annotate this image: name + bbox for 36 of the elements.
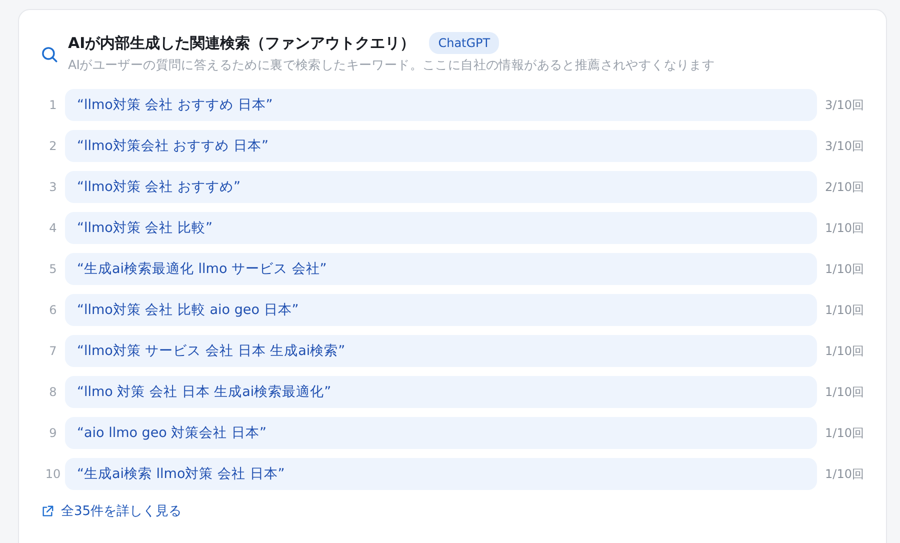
query-chip: “llmo対策 会社 おすすめ 日本”: [65, 89, 817, 121]
query-chip: “llmo 対策 会社 日本 生成ai検索最適化”: [65, 376, 817, 408]
query-chip: “生成ai検索最適化 llmo サービス 会社”: [65, 253, 817, 285]
rank-number: 1: [48, 98, 58, 112]
count-label: 3/10回: [824, 138, 864, 154]
view-all-link[interactable]: 全35件を詳しく見る: [41, 502, 182, 520]
search-icon: [41, 46, 58, 63]
query-chip: “aio llmo geo 対策会社 日本”: [65, 417, 817, 449]
query-chip: “llmo対策 会社 比較 aio geo 日本”: [65, 294, 817, 326]
model-badge: ChatGPT: [429, 32, 500, 54]
rank-number: 8: [48, 385, 58, 399]
rank-number: 7: [48, 344, 58, 358]
query-chip: “llmo対策 サービス 会社 日本 生成ai検索”: [65, 335, 817, 367]
count-label: 1/10回: [824, 302, 864, 318]
rank-number: 6: [48, 303, 58, 317]
count-label: 1/10回: [824, 384, 864, 400]
count-label: 3/10回: [824, 96, 864, 114]
count-label: 1/10回: [824, 260, 864, 278]
external-link-icon: [41, 504, 54, 518]
query-chip: “生成ai検索 llmo対策 会社 日本”: [65, 458, 817, 490]
count-label: 1/10回: [824, 424, 864, 442]
section-title: AIが内部生成した関連検索（ファンアウトクエリ）: [68, 34, 416, 52]
query-chip: “llmo対策 会社 比較”: [65, 212, 817, 244]
rank-number: 3: [48, 180, 58, 194]
count-label: 2/10回: [824, 178, 864, 196]
query-chip: “llmo対策 会社 おすすめ”: [65, 171, 817, 203]
count-label: 1/10回: [824, 466, 864, 482]
rank-number: 10: [44, 467, 62, 481]
rank-number: 5: [48, 262, 58, 276]
query-chip: “llmo対策会社 おすすめ 日本”: [65, 130, 817, 162]
rank-number: 4: [48, 221, 58, 235]
rank-number: 2: [48, 139, 58, 153]
section-subtitle: AIがユーザーの質問に答えるために裏で検索したキーワード。ここに自社の情報があると推薦されやすくなります: [68, 57, 715, 74]
count-label: 1/10回: [824, 342, 864, 360]
count-label: 1/10回: [824, 220, 864, 236]
rank-number: 9: [48, 426, 58, 440]
